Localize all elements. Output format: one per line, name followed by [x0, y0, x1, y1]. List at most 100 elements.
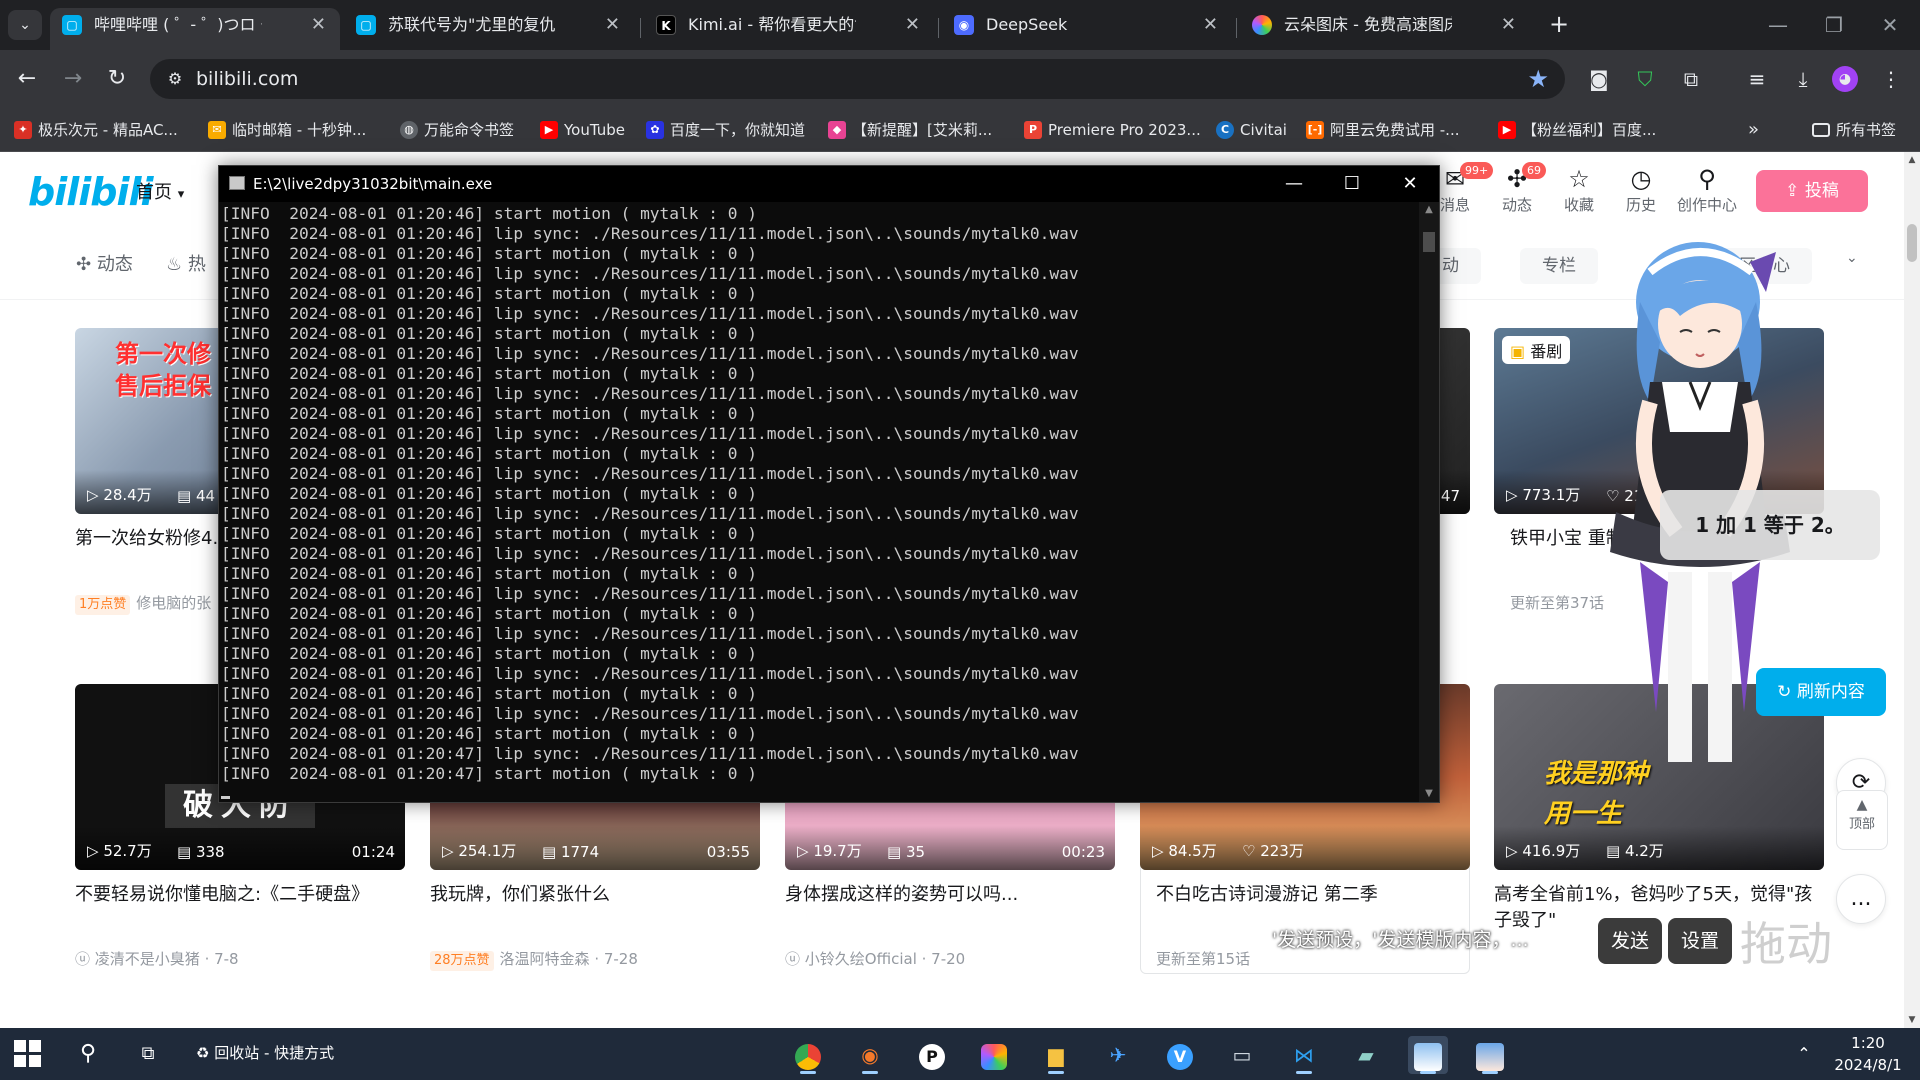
monitor-app-icon[interactable]: ▭: [1222, 1036, 1262, 1074]
file-explorer-icon[interactable]: ▆: [1036, 1036, 1076, 1074]
close-icon[interactable]: ✕: [311, 8, 326, 42]
anime-app-icon-2[interactable]: [1470, 1036, 1510, 1074]
console-scrollbar-thumb[interactable]: [1423, 232, 1435, 252]
view-count: ▷ 416.9万: [1506, 842, 1581, 860]
page-scrollbar[interactable]: ▲ ▼: [1904, 152, 1920, 1028]
video-title[interactable]: 身体摆成这样的姿势可以吗...: [785, 882, 1115, 934]
upload-button[interactable]: ⇪ 投稿: [1756, 170, 1868, 212]
author-name[interactable]: 修电脑的张: [136, 594, 211, 612]
author-name[interactable]: 凌清不是小臭猪 · 7-8: [95, 950, 239, 968]
pinwheel-app-icon[interactable]: [974, 1036, 1014, 1074]
recycle-bin-shortcut[interactable]: ♻ 回收站 - 快捷方式: [196, 1042, 334, 1063]
video-title[interactable]: 不要轻易说你懂电脑之:《二手硬盘》: [75, 882, 405, 934]
bookmark-star-icon[interactable]: ★: [1527, 65, 1549, 93]
vscode-icon[interactable]: ⋈: [1284, 1036, 1324, 1074]
header-history[interactable]: ◷ 历史: [1616, 164, 1666, 215]
task-view-icon[interactable]: ⧉: [130, 1038, 166, 1070]
scroll-down-arrow-icon[interactable]: ▼: [1419, 786, 1439, 802]
close-icon[interactable]: ✕: [605, 8, 620, 42]
tab-kimi[interactable]: K Kimi.ai - 帮你看更大的世界 ✕: [644, 8, 934, 50]
close-icon[interactable]: ✕: [1203, 8, 1218, 42]
console-window[interactable]: E:\2\live2dpy31032bit\main.exe — ☐ ✕ [IN…: [218, 165, 1440, 803]
tab-search-button[interactable]: ⌄: [8, 10, 42, 40]
more-options-button[interactable]: ...: [1836, 874, 1886, 924]
download-icon[interactable]: ⤓: [1788, 64, 1818, 94]
address-bar[interactable]: ⚙ bilibili.com ★: [150, 59, 1565, 99]
drag-handle[interactable]: 拖动: [1740, 908, 1832, 974]
channel-hot[interactable]: ♨ 热: [166, 250, 206, 276]
notepad-app-icon[interactable]: ▰: [1346, 1036, 1386, 1074]
profile-avatar-icon[interactable]: ◕: [1832, 66, 1858, 92]
console-title-bar[interactable]: E:\2\live2dpy31032bit\main.exe — ☐ ✕: [219, 166, 1439, 202]
settings-button[interactable]: 设置: [1668, 918, 1732, 964]
bookmark-item[interactable]: C Civitai: [1216, 108, 1287, 152]
new-tab-button[interactable]: +: [1542, 8, 1576, 42]
shield-extension-icon[interactable]: ⛉: [1630, 64, 1660, 94]
v-app-icon[interactable]: V: [1160, 1036, 1200, 1074]
bird-app-icon[interactable]: ✈: [1098, 1036, 1138, 1074]
restore-window-button[interactable]: ❐: [1814, 10, 1854, 40]
header-favorites[interactable]: ☆ 收藏: [1554, 164, 1604, 215]
home-menu[interactable]: 首页 ▾: [136, 178, 184, 204]
bookmark-item[interactable]: [-] 阿里云免费试用 -...: [1306, 108, 1460, 152]
author-name[interactable]: 洛温阿特金森 · 7-28: [500, 950, 638, 968]
scrollbar-thumb[interactable]: [1907, 224, 1917, 262]
bookmark-item[interactable]: ▶ 【粉丝福利】百度...: [1498, 108, 1656, 152]
browser-menu-icon[interactable]: ⋮: [1876, 64, 1906, 94]
chrome-icon[interactable]: [788, 1036, 828, 1074]
bookmark-item[interactable]: ✦ 极乐次元 - 精品AC...: [14, 108, 178, 152]
reload-icon[interactable]: ↻: [100, 62, 134, 96]
back-to-top-button[interactable]: ▲ 顶部: [1836, 790, 1888, 850]
console-minimize-button[interactable]: —: [1265, 166, 1323, 202]
minimize-window-button[interactable]: —: [1758, 10, 1798, 40]
bookmark-item[interactable]: ◍ 万能命令书签: [400, 108, 514, 152]
extensions-puzzle-icon[interactable]: ⧉: [1676, 64, 1706, 94]
more-bookmarks-chevron-icon[interactable]: »: [1748, 108, 1759, 152]
bookmark-item[interactable]: ✉ 临时邮箱 - 十秒钟...: [208, 108, 366, 152]
bookmark-item[interactable]: ▶ YouTube: [540, 108, 625, 152]
video-title[interactable]: 我玩牌，你们紧张什么: [430, 882, 760, 934]
tab-image-host[interactable]: 云朵图床 - 免费高速图床 - 多I ✕: [1240, 8, 1530, 50]
author-name[interactable]: 小铃久绘Official · 7-20: [805, 950, 965, 968]
anime-app-icon[interactable]: [1408, 1036, 1448, 1074]
close-window-button[interactable]: ✕: [1870, 10, 1910, 40]
bilibili-logo[interactable]: bilibili: [28, 170, 154, 214]
extension-mask-icon[interactable]: ◙: [1584, 64, 1614, 94]
bookmark-item[interactable]: ✿ 百度一下，你就知道: [646, 108, 805, 152]
send-button[interactable]: 发送: [1598, 918, 1662, 964]
blender-icon[interactable]: ◉: [850, 1036, 890, 1074]
search-icon[interactable]: ⚲: [70, 1038, 106, 1070]
back-arrow-icon[interactable]: ←: [10, 62, 44, 96]
scroll-up-arrow-icon[interactable]: ▲: [1904, 152, 1920, 168]
close-icon[interactable]: ✕: [905, 8, 920, 42]
channel-dynamic[interactable]: ✣ 动态: [76, 250, 133, 276]
p-app-icon[interactable]: P: [912, 1036, 952, 1074]
address-url[interactable]: bilibili.com: [196, 59, 298, 99]
lightbulb-icon: ⚲: [1698, 165, 1716, 193]
close-icon[interactable]: ✕: [1501, 8, 1516, 42]
media-control-icon[interactable]: ≡: [1742, 64, 1772, 94]
tab-bilibili-video[interactable]: ▢ 苏联代号为"尤里的复仇"的军事 ✕: [344, 8, 634, 50]
tab-deepseek[interactable]: ◉ DeepSeek ✕: [942, 8, 1232, 50]
bookmark-item[interactable]: ◆ 【新提醒】[艾米莉...: [828, 108, 992, 152]
chevron-down-icon[interactable]: ⌄: [1846, 250, 1858, 266]
tab-bilibili-home[interactable]: ▢ 哔哩哔哩 ( ゜- ゜)つロ 干杯~-bi ✕: [50, 8, 340, 50]
header-dynamics[interactable]: ✣ 69 动态: [1492, 162, 1546, 215]
forward-arrow-icon[interactable]: →: [56, 62, 90, 96]
console-output[interactable]: [INFO 2024-08-01 01:20:46] start motion …: [221, 204, 1419, 800]
scroll-down-arrow-icon[interactable]: ▼: [1904, 1012, 1920, 1028]
windows-start-icon[interactable]: [14, 1040, 42, 1068]
site-info-icon[interactable]: ⚙: [164, 68, 186, 90]
all-bookmarks-folder[interactable]: 所有书签: [1812, 108, 1896, 152]
console-line: [INFO 2024-08-01 01:20:46] start motion …: [221, 204, 758, 223]
live2d-input-field[interactable]: '发送预设，'发送模版内容，...: [1272, 922, 1582, 958]
console-scrollbar[interactable]: ▲ ▼: [1419, 202, 1439, 802]
tray-chevron-up-icon[interactable]: ⌃: [1786, 1038, 1822, 1070]
console-close-button[interactable]: ✕: [1381, 166, 1439, 202]
bookmark-item[interactable]: P Premiere Pro 2023...: [1024, 108, 1201, 152]
scroll-up-arrow-icon[interactable]: ▲: [1419, 202, 1439, 218]
taskbar-clock[interactable]: 1:20 2024/8/1: [1818, 1032, 1918, 1076]
console-maximize-button[interactable]: ☐: [1323, 166, 1381, 202]
header-creator-center[interactable]: ⚲ 创作中心: [1672, 164, 1742, 215]
bookmark-label: Civitai: [1240, 121, 1287, 139]
